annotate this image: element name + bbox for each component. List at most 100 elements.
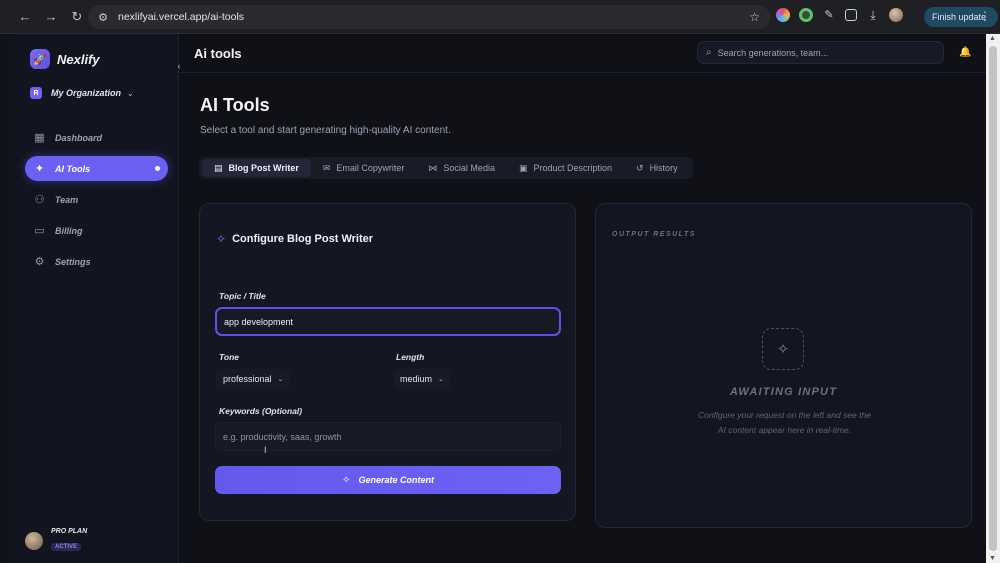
length-select[interactable]: medium ⌄ <box>393 369 451 389</box>
generate-label: Generate Content <box>358 475 434 485</box>
topbar: Ai tools ⌕ 🔔 <box>179 34 986 73</box>
profile-avatar[interactable] <box>889 8 903 22</box>
tab-history[interactable]: ↺ History <box>624 159 690 177</box>
share-icon: ⋈ <box>428 162 438 173</box>
output-label: OUTPUT RESULTS <box>612 231 696 238</box>
config-card: ✧ Configure Blog Post Writer Topic / Tit… <box>199 203 576 521</box>
length-label: Length <box>396 352 425 362</box>
sparkle-icon: ✦ <box>34 163 45 175</box>
mail-icon: ✉ <box>322 162 331 173</box>
tab-label: Blog Post Writer <box>228 163 299 173</box>
tone-select[interactable]: professional ⌄ <box>216 369 291 389</box>
back-icon[interactable]: ← <box>14 6 36 28</box>
tone-value: professional <box>223 374 272 384</box>
sidebar-item-label: Settings <box>55 256 91 267</box>
tab-label: Email Copywriter <box>336 163 405 173</box>
brand-name: Nexlify <box>57 51 100 67</box>
chevron-down-icon: ⌄ <box>277 376 284 383</box>
search-input[interactable] <box>717 47 918 58</box>
extension-color-icon[interactable] <box>776 8 790 22</box>
sparkle-icon: ✧ <box>216 232 227 246</box>
search-icon: ⌕ <box>706 47 712 58</box>
sidebar-item-label: Dashboard <box>55 132 103 143</box>
active-dot-indicator <box>155 166 160 171</box>
chevron-down-icon: ⌄ <box>127 88 134 98</box>
length-value: medium <box>400 374 433 384</box>
tab-blog-post-writer[interactable]: ▤ Blog Post Writer <box>202 159 311 177</box>
address-bar[interactable]: ⚙ nexlifyai.vercel.app/ai-tools ☆ <box>88 5 770 29</box>
plan-card[interactable]: PRO PLAN ACTIVE <box>25 528 87 553</box>
sparkle-icon: ✧ <box>762 328 804 370</box>
sparkle-icon: ✧ <box>342 474 351 486</box>
avatar <box>25 531 43 550</box>
sidebar-item-team[interactable]: ⚇ Team <box>25 187 168 212</box>
gear-icon: ⚙ <box>34 256 45 268</box>
config-title-text: Configure Blog Post Writer <box>232 233 374 245</box>
scroll-up-icon[interactable]: ▲ <box>989 35 996 42</box>
document-icon: ▤ <box>214 162 223 173</box>
config-title: ✧ Configure Blog Post Writer <box>216 232 373 246</box>
bell-icon[interactable]: 🔔 <box>959 47 971 58</box>
plan-name: PRO PLAN <box>51 528 88 535</box>
site-info-icon[interactable]: ⚙ <box>96 10 110 24</box>
keywords-label: Keywords (Optional) <box>219 406 303 416</box>
extension-record-icon[interactable] <box>799 8 813 22</box>
scrollbar-thumb[interactable] <box>989 46 997 551</box>
tab-email-copywriter[interactable]: ✉ Email Copywriter <box>311 159 417 177</box>
users-icon: ⚇ <box>34 194 45 206</box>
browser-toolbar: ← → ↻ ⚙ nexlifyai.vercel.app/ai-tools ☆ … <box>0 0 1000 34</box>
extension-tray: ✎ ⤓ <box>776 8 903 22</box>
brand[interactable]: 🚀 Nexlify <box>30 49 100 69</box>
download-icon[interactable]: ⤓ <box>866 8 880 22</box>
app-shell: 🚀 Nexlify R My Organization ⌄ ▦ Dashboar… <box>14 34 986 563</box>
tone-label: Tone <box>219 352 239 362</box>
topbar-title: Ai tools <box>194 46 242 61</box>
tab-social-media[interactable]: ⋈ Social Media <box>416 159 507 177</box>
sidebar: 🚀 Nexlify R My Organization ⌄ ▦ Dashboar… <box>14 34 179 563</box>
rocket-logo-icon: 🚀 <box>30 49 50 69</box>
dashboard-grid-icon: ▦ <box>34 132 45 144</box>
text-cursor-icon: I <box>264 445 267 455</box>
page-subtitle: Select a tool and start generating high-… <box>200 125 451 136</box>
page-title: AI Tools <box>200 95 270 115</box>
chevron-down-icon: ⌄ <box>438 376 444 383</box>
extensions-puzzle-icon[interactable] <box>845 9 857 21</box>
main-content: Ai tools ⌕ 🔔 AI Tools Select a tool and … <box>179 34 986 563</box>
awaiting-description: Configure your request on the left and s… <box>698 410 871 435</box>
scroll-down-icon[interactable]: ▼ <box>989 555 996 562</box>
tab-product-description[interactable]: ▣ Product Description <box>507 159 624 177</box>
org-name: My Organization <box>51 88 122 98</box>
bookmark-star-icon[interactable]: ☆ <box>749 10 760 24</box>
sidebar-item-billing[interactable]: ▭ Billing <box>25 218 168 243</box>
output-card: OUTPUT RESULTS ✧ AWAITING INPUT Configur… <box>595 203 972 528</box>
sidebar-item-ai-tools[interactable]: ✦ AI Tools <box>25 156 168 181</box>
sidebar-item-settings[interactable]: ⚙ Settings <box>25 249 168 274</box>
org-badge: R <box>30 87 42 99</box>
awaiting-title: AWAITING INPUT <box>729 386 838 398</box>
sidebar-item-dashboard[interactable]: ▦ Dashboard <box>25 125 168 150</box>
extension-pen-icon[interactable]: ✎ <box>822 8 836 22</box>
topic-input[interactable] <box>215 307 561 336</box>
generate-content-button[interactable]: ✧ Generate Content <box>215 466 561 494</box>
sidebar-item-label: AI Tools <box>55 163 91 174</box>
keywords-input[interactable] <box>215 422 561 451</box>
package-icon: ▣ <box>518 162 528 173</box>
address-url[interactable]: nexlifyai.vercel.app/ai-tools <box>118 11 244 23</box>
tab-label: Product Description <box>533 163 613 173</box>
org-switcher[interactable]: R My Organization ⌄ <box>30 87 134 99</box>
status-badge: ACTIVE <box>51 543 82 551</box>
tab-label: History <box>649 163 678 173</box>
sidebar-item-label: Team <box>55 194 79 205</box>
forward-icon[interactable]: → <box>40 6 62 28</box>
browser-menu-icon[interactable]: ⋮ <box>979 9 991 23</box>
history-icon: ↺ <box>636 162 644 173</box>
page-scrollbar[interactable]: ▲ ▼ <box>986 34 1000 563</box>
tool-tabs: ▤ Blog Post Writer ✉ Email Copywriter ⋈ … <box>199 157 693 179</box>
sidebar-nav: ▦ Dashboard ✦ AI Tools ⚇ Team ▭ Billing … <box>25 125 168 280</box>
credit-card-icon: ▭ <box>34 225 45 237</box>
search-box[interactable]: ⌕ <box>697 41 944 64</box>
tab-label: Social Media <box>443 163 495 173</box>
topic-label: Topic / Title <box>219 291 266 301</box>
sidebar-item-label: Billing <box>55 225 83 236</box>
reload-icon[interactable]: ↻ <box>66 6 88 28</box>
